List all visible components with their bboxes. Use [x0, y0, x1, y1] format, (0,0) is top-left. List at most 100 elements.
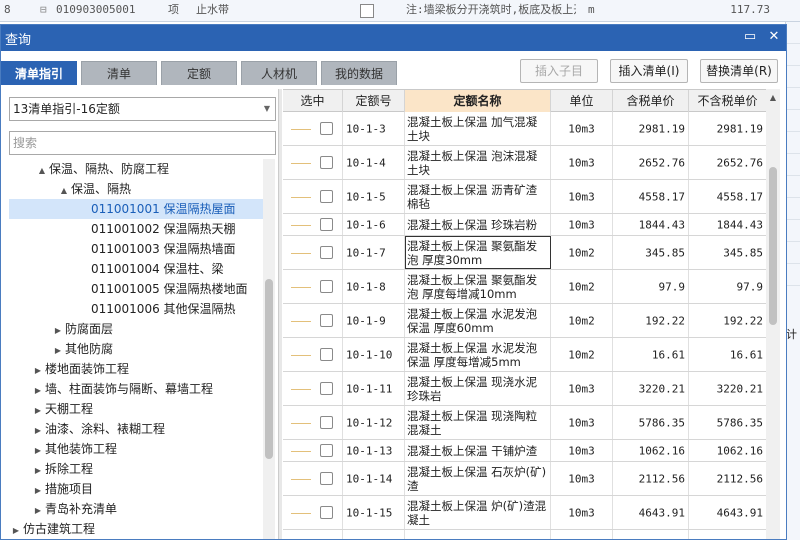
- table-row[interactable]: 10-1-7 混凝土板上保温 聚氨酯发泡 厚度30mm 10m2 345.85 345.…: [283, 236, 766, 270]
- select-checkbox[interactable]: [320, 381, 333, 395]
- expander-icon[interactable]: ▶: [51, 341, 65, 361]
- restore-icon[interactable]: ▭: [741, 28, 759, 46]
- cell-select[interactable]: [283, 180, 343, 213]
- tree-node[interactable]: ▶ 墙、柱面装饰与隔断、幕墙工程: [31, 379, 213, 399]
- tree-node[interactable]: ▶ 其他防腐: [51, 339, 113, 359]
- table-row[interactable]: 10-1-11 混凝土板上保温 现浇水泥珍珠岩 10m3 3220.21 3220.21: [283, 372, 766, 406]
- cell-select[interactable]: [283, 440, 343, 461]
- tree-node[interactable]: ▶ 楼地面装饰工程: [31, 359, 129, 379]
- tree-node[interactable]: ▲ 保温、隔热、防腐工程: [35, 159, 169, 179]
- select-checkbox[interactable]: [320, 155, 333, 169]
- select-checkbox[interactable]: [320, 121, 333, 135]
- expander-icon[interactable]: ▶: [31, 441, 45, 461]
- guide-select[interactable]: 13清单指引-16定额 ▼: [9, 97, 276, 121]
- select-checkbox[interactable]: [320, 313, 333, 327]
- expander-icon[interactable]: ▶: [31, 501, 45, 521]
- cell-select[interactable]: [283, 304, 343, 337]
- tab-list[interactable]: 清单: [81, 61, 157, 85]
- tree-node[interactable]: 011001003 保温隔热墙面: [91, 239, 236, 259]
- grid-scrollbar[interactable]: ▲: [766, 89, 780, 539]
- tree-node[interactable]: ▶ 防腐面层: [51, 319, 113, 339]
- tab-list-guide[interactable]: 清单指引: [1, 61, 77, 85]
- expander-icon[interactable]: ▶: [31, 361, 45, 381]
- tree-scrollbar[interactable]: [263, 159, 275, 539]
- replace-list-button[interactable]: 替换清单(R): [700, 59, 778, 83]
- cell-select[interactable]: [283, 406, 343, 439]
- cell-select[interactable]: [283, 214, 343, 235]
- cell-select[interactable]: [283, 530, 343, 539]
- tree-node[interactable]: 011001002 保温隔热天棚: [91, 219, 236, 239]
- expander-icon[interactable]: ▶: [31, 401, 45, 421]
- table-row[interactable]: 10-1-4 混凝土板上保温 泡沫混凝土块 10m3 2652.76 2652.76: [283, 146, 766, 180]
- expander-icon[interactable]: ▶: [31, 461, 45, 481]
- panel-splitter[interactable]: [278, 89, 282, 539]
- header-code[interactable]: 定额号: [343, 90, 405, 112]
- tab-my-data[interactable]: 我的数据: [321, 61, 397, 85]
- tree-node[interactable]: ▶ 其他装饰工程: [31, 439, 117, 459]
- table-row[interactable]: 10-1-5 混凝土板上保温 沥青矿渣棉毡 10m3 4558.17 4558.17: [283, 180, 766, 214]
- tree-scrollbar-thumb[interactable]: [265, 279, 273, 459]
- cell-select[interactable]: [283, 496, 343, 529]
- close-icon[interactable]: ✕: [765, 28, 783, 46]
- cell-code-text: 10-1-3: [346, 122, 386, 135]
- header-unit[interactable]: 单位: [551, 90, 613, 112]
- select-checkbox[interactable]: [320, 443, 333, 457]
- select-checkbox[interactable]: [320, 189, 333, 203]
- dialog-titlebar[interactable]: 查询 ▭ ✕: [1, 25, 786, 51]
- search-input[interactable]: 搜索: [9, 131, 276, 155]
- table-row[interactable]: 10-1-14 混凝土板上保温 石灰炉(矿)渣 10m3 2112.56 2112.56: [283, 462, 766, 496]
- tree-node-selected[interactable]: 011001001 保温隔热屋面: [9, 199, 263, 219]
- select-checkbox[interactable]: [320, 505, 333, 519]
- tree-node[interactable]: ▶ 天棚工程: [31, 399, 93, 419]
- tree-node[interactable]: ▶ 油漆、涂料、裱糊工程: [31, 419, 165, 439]
- cell-select[interactable]: [283, 338, 343, 371]
- table-row[interactable]: 10-1-13 混凝土板上保温 干铺炉渣 10m3 1062.16 1062.16: [283, 440, 766, 462]
- cell-select[interactable]: [283, 462, 343, 495]
- cell-select[interactable]: [283, 236, 343, 269]
- select-checkbox[interactable]: [320, 217, 333, 231]
- cell-select[interactable]: [283, 270, 343, 303]
- expander-icon[interactable]: ▶: [31, 381, 45, 401]
- expander-icon[interactable]: ▶: [31, 421, 45, 441]
- tab-labor-material[interactable]: 人材机: [241, 61, 317, 85]
- grid-scrollbar-thumb[interactable]: [769, 167, 777, 325]
- row-checkbox[interactable]: [360, 4, 374, 18]
- table-row[interactable]: 10-1-15 混凝土板上保温 炉(矿)渣混凝土 10m3 4643.91 4643.9…: [283, 496, 766, 530]
- table-row[interactable]: 10-1-9 混凝土板上保温 水泥发泡保温 厚度60mm 10m2 192.22 192…: [283, 304, 766, 338]
- table-row[interactable]: 10-1-3 混凝土板上保温 加气混凝土块 10m3 2981.19 2981.19: [283, 112, 766, 146]
- expander-icon[interactable]: ▲: [35, 161, 49, 181]
- tree-node[interactable]: 011001005 保温隔热楼地面: [91, 279, 248, 299]
- insert-list-button[interactable]: 插入清单(I): [610, 59, 688, 83]
- select-checkbox[interactable]: [320, 245, 333, 259]
- expander-icon[interactable]: ▶: [51, 321, 65, 341]
- scroll-up-icon[interactable]: ▲: [766, 93, 780, 102]
- table-row[interactable]: 10-1-12 混凝土板上保温 现浇陶粒混凝土 10m3 5786.35 5786.35: [283, 406, 766, 440]
- tree-node[interactable]: ▶ 拆除工程: [31, 459, 93, 479]
- tree-node[interactable]: ▶ 青岛补充清单: [31, 499, 117, 519]
- select-checkbox[interactable]: [320, 279, 333, 293]
- tree-node[interactable]: 011001006 其他保温隔热: [91, 299, 236, 319]
- expander-icon[interactable]: ▶: [31, 481, 45, 501]
- cell-select[interactable]: [283, 146, 343, 179]
- header-name[interactable]: 定额名称: [405, 90, 551, 112]
- cell-select[interactable]: [283, 372, 343, 405]
- tree-node[interactable]: ▲ 保温、隔热: [57, 179, 131, 199]
- select-checkbox[interactable]: [320, 415, 333, 429]
- tree-node[interactable]: 011001004 保温柱、梁: [91, 259, 224, 279]
- tab-quota[interactable]: 定额: [161, 61, 237, 85]
- expander-icon[interactable]: ▲: [57, 181, 71, 201]
- tree-node[interactable]: ▶ 仿古建筑工程: [9, 519, 95, 539]
- tree-node[interactable]: ▶ 措施项目: [31, 479, 93, 499]
- cell-select[interactable]: [283, 112, 343, 145]
- insert-child-button[interactable]: 插入子目: [520, 59, 598, 83]
- header-select[interactable]: 选中: [283, 90, 343, 112]
- select-checkbox[interactable]: [320, 347, 333, 361]
- header-price-notax[interactable]: 不含税单价: [689, 90, 766, 112]
- header-price-tax[interactable]: 含税单价: [613, 90, 689, 112]
- select-checkbox[interactable]: [320, 471, 333, 485]
- table-row[interactable]: 10-1-8 混凝土板上保温 聚氨酯发泡 厚度每增减10mm 10m2 97.9 97.…: [283, 270, 766, 304]
- expander-icon[interactable]: ▶: [9, 521, 23, 539]
- table-row[interactable]: 10-1-6 混凝土板上保温 珍珠岩粉 10m3 1844.43 1844.43: [283, 214, 766, 236]
- table-row[interactable]: 10-1-10 混凝土板上保温 水泥发泡保温 厚度每增减5mm 10m2 16.61 1…: [283, 338, 766, 372]
- table-row[interactable]: 混凝土板上保温 干铺聚苯: [283, 530, 766, 539]
